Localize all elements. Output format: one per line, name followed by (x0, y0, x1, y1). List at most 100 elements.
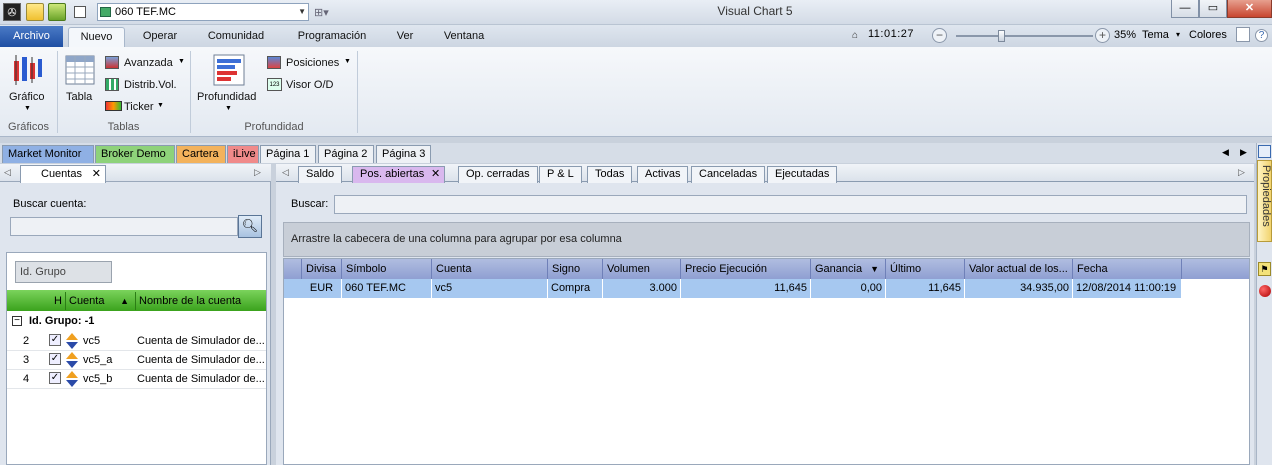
tab-saldo[interactable]: Saldo (298, 166, 343, 183)
col-header-fecha[interactable]: Fecha (1073, 259, 1182, 279)
sort-asc-icon: ▲ (120, 296, 129, 306)
col-header-precio-ejecucion[interactable]: Precio Ejecución (681, 259, 811, 279)
ticker-button[interactable]: Ticker ▼ (104, 99, 186, 115)
col-header-volumen[interactable]: Volumen (603, 259, 681, 279)
zoom-in-button[interactable]: + (1095, 28, 1110, 43)
chevron-down-icon: ▼ (344, 58, 351, 65)
page-tab-market-monitor[interactable]: Market Monitor (2, 145, 94, 163)
close-icon[interactable]: ✕ (92, 166, 101, 182)
scroll-left-icon[interactable]: ◀ (1222, 147, 1229, 158)
menu-tab-nuevo[interactable]: Nuevo (68, 27, 125, 47)
tab-cuentas-label: Cuentas (41, 168, 82, 180)
row-checkbox[interactable]: ✓ (49, 334, 61, 346)
page-tab-ilive[interactable]: iLive (227, 145, 259, 163)
page-tab-pagina-3[interactable]: Página 3 (376, 145, 431, 163)
tab-p-l[interactable]: P & L (539, 166, 582, 183)
scroll-right-icon[interactable]: ▶ (1240, 147, 1247, 158)
chevron-down-icon[interactable]: ▾ (1176, 30, 1180, 39)
row-checkbox[interactable]: ✓ (49, 372, 61, 384)
layout-icon[interactable] (1236, 27, 1250, 42)
tab-todas[interactable]: Todas (587, 166, 633, 183)
chevron-down-icon: ▼ (24, 105, 31, 112)
menu-tab-programacion[interactable]: Programación (289, 27, 375, 47)
col-header-valor-actual[interactable]: Valor actual de los... (965, 259, 1073, 279)
buscar-cuenta-input[interactable] (10, 217, 238, 236)
help-icon[interactable]: ? (1255, 29, 1268, 42)
menu-tab-ventana[interactable]: Ventana (435, 27, 493, 47)
menu-tab-operar[interactable]: Operar (134, 27, 186, 47)
scroll-left-icon[interactable]: ◁ (4, 167, 11, 178)
page-tab-pagina-2[interactable]: Página 2 (318, 145, 374, 163)
record-icon[interactable] (1259, 285, 1271, 297)
buscar-input[interactable] (334, 195, 1247, 214)
group-by-id-grupo[interactable]: Id. Grupo (15, 261, 112, 283)
scroll-left-icon[interactable]: ◁ (282, 167, 289, 178)
tab-activas[interactable]: Activas (637, 166, 689, 183)
maximize-button[interactable]: ▭ (1199, 0, 1227, 18)
zoom-slider[interactable] (956, 35, 1093, 37)
tab-cuentas[interactable]: Cuentas ✕ (20, 165, 106, 183)
properties-icon[interactable] (1258, 145, 1271, 158)
account-id: vc5_a (83, 354, 113, 366)
grafico-label: Gráfico (9, 91, 45, 103)
page-tab-broker-demo[interactable]: Broker Demo (95, 145, 175, 163)
sort-desc-icon: ▼ (870, 264, 879, 274)
tema-menu[interactable]: Tema (1142, 29, 1169, 41)
cell-cuenta: vc5 (432, 279, 548, 298)
group-drop-area[interactable]: Arrastre la cabecera de una columna para… (283, 222, 1250, 257)
row-indicator-header (284, 259, 302, 279)
grafico-button[interactable]: Gráfico ▼ (4, 53, 50, 115)
cell-signo: Compra (548, 279, 603, 298)
minimize-button[interactable]: — (1171, 0, 1199, 18)
collapse-icon[interactable]: ⌂ (852, 30, 858, 41)
tab-pos-abiertas[interactable]: Pos. abiertas ✕ (352, 166, 446, 183)
menu-archivo[interactable]: Archivo (0, 26, 63, 47)
col-header-ultimo[interactable]: Último (886, 259, 965, 279)
col-header-divisa[interactable]: Divisa (302, 259, 342, 279)
posiciones-button[interactable]: Posiciones ▼ (266, 55, 354, 71)
filter-icon[interactable]: ⚑ (1258, 262, 1271, 276)
table-row[interactable]: 3 ✓ vc5_a Cuenta de Simulador de... (7, 350, 266, 370)
tab-canceladas[interactable]: Canceladas (691, 166, 766, 183)
ribbon-group-graficos: Gráficos (8, 121, 49, 133)
page-tab-pagina-1[interactable]: Página 1 (260, 145, 316, 163)
colores-menu[interactable]: Colores (1189, 29, 1227, 41)
menu-tab-comunidad[interactable]: Comunidad (199, 27, 273, 47)
table-row[interactable]: 2 ✓ vc5 Cuenta de Simulador de... (7, 331, 266, 351)
distrib-vol-button[interactable]: Distrib.Vol. (104, 77, 186, 93)
search-button[interactable]: 🔍︎ (238, 215, 262, 238)
scroll-right-icon[interactable]: ▷ (254, 167, 261, 178)
tabla-button[interactable]: Tabla (63, 53, 99, 108)
col-header-signo[interactable]: Signo (548, 259, 603, 279)
collapse-icon[interactable]: − (12, 316, 22, 326)
group-row[interactable]: − Id. Grupo: -1 (7, 313, 266, 329)
col-header-ganancia[interactable]: Ganancia ▼ (811, 259, 886, 279)
table-row[interactable]: 4 ✓ vc5_b Cuenta de Simulador de... (7, 369, 266, 389)
col-header-h[interactable]: H (46, 292, 66, 310)
buscar-cuenta-label: Buscar cuenta: (13, 198, 87, 210)
visor-od-button[interactable]: 123 Visor O/D (266, 77, 354, 93)
col-header-cuenta[interactable]: Cuenta (432, 259, 548, 279)
chart-icon (14, 55, 42, 85)
profundidad-button[interactable]: Profundidad ▼ (195, 53, 263, 115)
scroll-right-icon[interactable]: ▷ (1238, 167, 1245, 178)
tabla-label: Tabla (66, 91, 93, 103)
posiciones-label: Posiciones (286, 57, 340, 69)
close-icon[interactable]: ✕ (431, 167, 440, 182)
page-tab-cartera[interactable]: Cartera (176, 145, 226, 163)
close-button[interactable]: ✕ (1227, 0, 1272, 18)
avanzada-button[interactable]: Avanzada ▼ (104, 55, 186, 71)
account-name: Cuenta de Simulador de... (137, 373, 265, 385)
chevron-down-icon: ▼ (178, 58, 185, 65)
col-header-nombre[interactable]: Nombre de la cuenta (136, 292, 266, 310)
tab-ejecutadas[interactable]: Ejecutadas (767, 166, 838, 183)
col-header-simbolo[interactable]: Símbolo (342, 259, 432, 279)
row-checkbox[interactable]: ✓ (49, 353, 61, 365)
account-icon (66, 333, 78, 349)
col-header-cuenta[interactable]: Cuenta ▲ (66, 292, 136, 310)
menu-tab-ver[interactable]: Ver (389, 27, 421, 47)
zoom-out-button[interactable]: − (932, 28, 947, 43)
zoom-slider-thumb[interactable] (998, 30, 1005, 42)
tab-op-cerradas[interactable]: Op. cerradas (458, 166, 538, 183)
cell-valor-actual: 34.935,00 (965, 279, 1073, 298)
